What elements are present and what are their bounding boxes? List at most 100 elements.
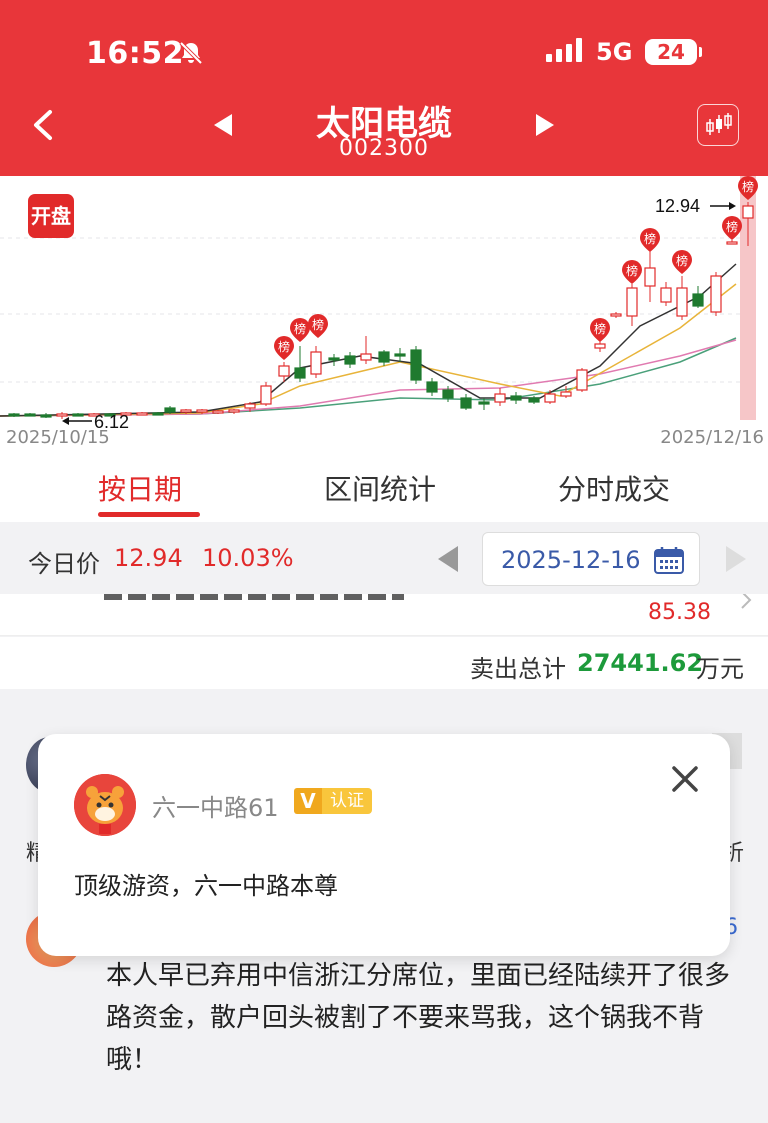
candle-body <box>726 241 738 245</box>
today-price-label: 今日价 <box>28 550 100 578</box>
sell-total-unit: 万元 <box>696 655 744 683</box>
chevron-right-icon <box>741 594 752 609</box>
candle-body <box>24 413 36 417</box>
tab-by-date[interactable]: 按日期 <box>98 468 182 508</box>
candle-body <box>180 409 192 413</box>
candle-body <box>8 413 20 417</box>
candle-body <box>676 287 688 317</box>
open-badge[interactable]: 开盘 <box>28 194 74 238</box>
prev-date-icon[interactable] <box>438 546 458 572</box>
list-badge-label: 榜 <box>726 219 738 234</box>
candle-body <box>442 389 454 399</box>
popup-username: 六一中路61 <box>152 794 279 822</box>
candle-body <box>692 293 704 307</box>
status-bar: 16:52 5G 24 <box>0 0 768 90</box>
candle-body <box>294 367 306 379</box>
battery-icon: 24 <box>645 39 702 65</box>
kline-svg: 榜榜榜榜榜榜榜榜榜12.946.12 <box>0 176 758 432</box>
candle-body <box>136 412 148 416</box>
candle-body <box>626 287 638 317</box>
candle-body <box>742 205 754 219</box>
candle-body <box>164 407 176 413</box>
list-badge-label: 榜 <box>294 321 306 336</box>
kline-chart[interactable]: 榜榜榜榜榜榜榜榜榜 12.94 6.12 开盘 2025/10/15 2025/12… <box>0 176 768 452</box>
candlestick-icon <box>706 113 732 135</box>
candle-body <box>576 369 588 391</box>
candle-body <box>528 397 540 403</box>
list-badge-label: 榜 <box>594 321 606 336</box>
candle-body <box>594 343 606 349</box>
close-icon[interactable] <box>670 764 700 794</box>
ma30-line <box>0 337 737 417</box>
candle-body <box>610 313 622 317</box>
candle-body <box>278 365 290 377</box>
candle-body <box>152 412 164 416</box>
list-badge-label: 榜 <box>676 253 688 268</box>
sell-total-value: 27441.62 <box>577 649 704 677</box>
v-badge-icon: V <box>294 788 322 814</box>
candle-body <box>72 413 84 417</box>
list-badge-label: 榜 <box>278 339 290 354</box>
next-date-icon[interactable] <box>726 546 746 572</box>
stock-code: 002300 <box>339 136 429 161</box>
tab-interval-stats[interactable]: 区间统计 <box>324 468 436 508</box>
today-price-value: 12.94 <box>114 544 183 572</box>
user-profile-popup: 六一中路61 V 认证 顶级游资，六一中路本尊 <box>38 734 730 956</box>
today-price-change: 10.03% <box>202 544 294 572</box>
candle-body <box>260 385 272 405</box>
candle-body <box>344 355 356 365</box>
list-badge-label: 榜 <box>644 231 656 246</box>
status-time: 16:52 <box>86 36 184 71</box>
candle-body <box>644 267 656 287</box>
candle-body <box>196 409 208 413</box>
candle-body <box>494 393 506 403</box>
candle-body <box>212 410 224 414</box>
cellular-signal-icon <box>546 38 582 62</box>
ma10-line <box>0 283 737 417</box>
chart-start-date: 2025/10/15 <box>6 427 110 448</box>
candle-body <box>56 413 68 417</box>
date-picker-value: 2025-12-16 <box>501 546 641 574</box>
date-picker[interactable]: 2025-12-16 <box>482 532 700 586</box>
network-type: 5G <box>596 38 633 66</box>
next-stock-icon[interactable] <box>534 112 556 138</box>
candle-body <box>510 395 522 401</box>
candle-body <box>478 401 490 405</box>
candle-body <box>560 391 572 397</box>
candle-body <box>544 393 556 403</box>
list-badge-label: 榜 <box>312 317 324 332</box>
seat-amount: 85.38 <box>648 600 711 625</box>
price-bar: 今日价 12.94 10.03% 2025-12-16 <box>0 522 768 594</box>
tab-bar: 按日期 区间统计 分时成交 <box>0 452 768 522</box>
seat-row-partial[interactable]: 85.38 <box>0 594 768 636</box>
tab-intraday-trades[interactable]: 分时成交 <box>558 468 670 508</box>
low-arrow-head <box>62 417 69 425</box>
ma20-line <box>0 339 737 417</box>
stock-header: 太阳电缆 002300 <box>0 90 768 176</box>
active-tab-indicator <box>98 512 200 517</box>
candle-body <box>40 414 52 418</box>
kline-chart-button[interactable] <box>697 104 739 146</box>
chart-end-date: 2025/12/16 <box>660 427 764 448</box>
candle-body <box>710 275 722 313</box>
sell-total-label: 卖出总计 <box>470 655 566 683</box>
candle-body <box>310 351 322 375</box>
high-arrow-head <box>729 202 736 210</box>
candle-body <box>394 353 406 357</box>
candle-body <box>426 381 438 393</box>
candle-body <box>378 351 390 363</box>
avatar[interactable] <box>74 774 136 836</box>
high-price-label: 12.94 <box>655 196 700 216</box>
candle-body <box>228 409 240 413</box>
sell-total-row: 卖出总计 27441.62 万元 <box>0 637 768 689</box>
candle-body <box>328 357 340 361</box>
candle-body <box>460 397 472 409</box>
ma5-line <box>0 263 737 417</box>
seat-name-cut <box>104 594 404 600</box>
candle-body <box>410 349 422 381</box>
calendar-icon <box>654 547 684 574</box>
candle-body <box>244 403 256 409</box>
candle-body <box>660 287 672 303</box>
silent-bell-icon <box>179 41 203 65</box>
comment-text: 本人早已弃用中信浙江分席位，里面已经陆续开了很多路资金，散户回头被割了不要来骂我… <box>106 961 731 1075</box>
